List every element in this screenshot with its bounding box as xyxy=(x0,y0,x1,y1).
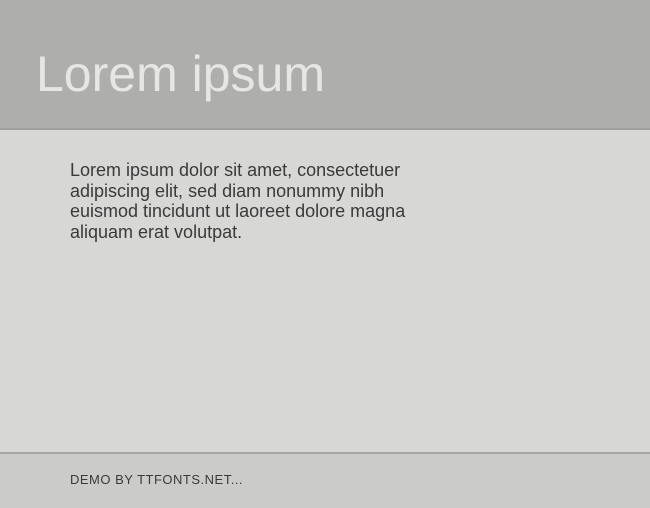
page-title: Lorem ipsum xyxy=(36,45,614,103)
body-text: Lorem ipsum dolor sit amet, consectetuer… xyxy=(70,160,430,243)
footer-text: DEMO BY TTFONTS.NET... xyxy=(70,472,580,487)
header: Lorem ipsum xyxy=(0,0,650,128)
main-content: Lorem ipsum dolor sit amet, consectetuer… xyxy=(0,130,650,452)
